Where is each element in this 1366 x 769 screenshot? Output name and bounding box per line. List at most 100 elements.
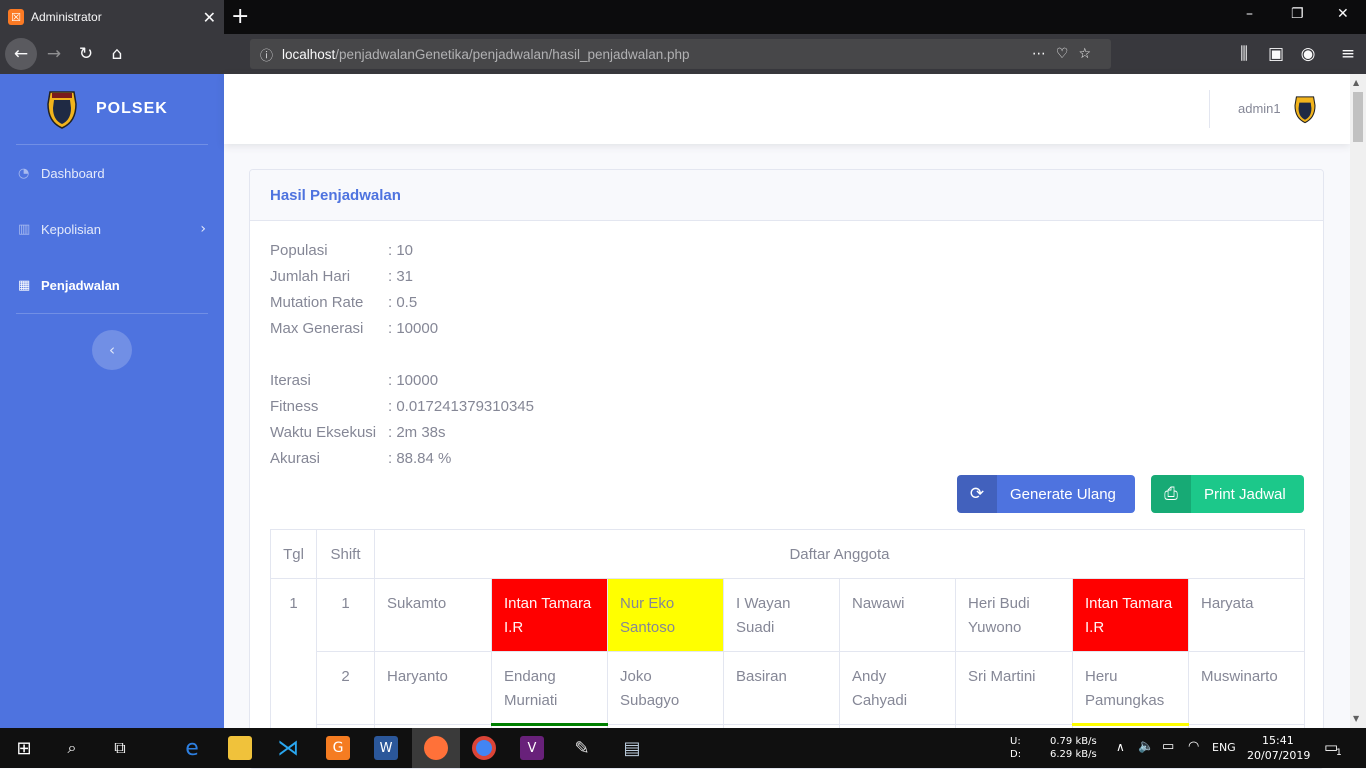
info-row: Fitness: 0.017241379310345 bbox=[270, 398, 534, 424]
cell-shift: 2 bbox=[317, 652, 375, 725]
chevron-right-icon: › bbox=[200, 221, 206, 237]
minimize-icon[interactable]: – bbox=[1246, 6, 1253, 22]
info-icon[interactable]: ⓘ bbox=[260, 45, 282, 64]
topbar: admin1 bbox=[224, 74, 1350, 144]
member-cell: Heri Budi Yuwono bbox=[956, 579, 1073, 652]
window-close-icon[interactable]: ✕ bbox=[1337, 6, 1349, 22]
info-row: Max Generasi: 10000 bbox=[270, 320, 534, 346]
cell-shift: 1 bbox=[317, 579, 375, 652]
language-indicator[interactable]: ENG bbox=[1212, 741, 1236, 754]
table-row: 1 1 Sukamto Intan Tamara I.R Nur Eko San… bbox=[271, 579, 1305, 652]
task-view-icon[interactable]: ⧉ bbox=[108, 736, 132, 760]
member-cell-warning: Nur Eko Santoso bbox=[608, 579, 724, 652]
member-cell: Nawawi bbox=[840, 579, 956, 652]
member-cell: Endang Murniati bbox=[492, 652, 608, 725]
sidebar: POLSEK ◔ Dashboard ▥ Kepolisian › ▦ Penj… bbox=[0, 74, 224, 728]
tachometer-icon: ◔ bbox=[18, 166, 33, 181]
reload-icon[interactable]: ↻ bbox=[72, 40, 100, 68]
close-tab-icon[interactable]: ✕ bbox=[203, 8, 216, 27]
wifi-icon[interactable]: ◠ bbox=[1188, 739, 1199, 754]
scroll-thumb[interactable] bbox=[1353, 92, 1363, 142]
topbar-divider bbox=[1209, 90, 1210, 128]
sync-icon: ⟳ bbox=[957, 475, 997, 513]
card-title: Hasil Penjadwalan bbox=[270, 187, 401, 204]
member-cell: Andy Cahyadi bbox=[840, 652, 956, 725]
network-download-label: D: bbox=[1010, 749, 1021, 760]
sidebar-item-penjadwalan[interactable]: ▦ Penjadwalan bbox=[0, 257, 224, 313]
clock-date[interactable]: 20/07/2019 bbox=[1247, 749, 1310, 762]
column-header-tgl: Tgl bbox=[271, 530, 317, 579]
chrome-icon[interactable] bbox=[472, 736, 496, 760]
scroll-down-icon[interactable]: ▼ bbox=[1353, 714, 1359, 723]
column-header-members: Daftar Anggota bbox=[375, 530, 1305, 579]
generate-again-button[interactable]: ⟳ Generate Ulang bbox=[957, 475, 1135, 513]
home-icon[interactable]: ⌂ bbox=[103, 40, 131, 68]
sidebar-brand[interactable]: POLSEK bbox=[0, 74, 224, 144]
member-cell: Basiran bbox=[724, 652, 840, 725]
page-scrollbar[interactable]: ▲ ▼ bbox=[1350, 74, 1366, 728]
member-cell: Sri Martini bbox=[956, 652, 1073, 725]
sidebar-item-label: Penjadwalan bbox=[41, 278, 120, 293]
info-row: Akurasi: 88.84 % bbox=[270, 450, 534, 476]
tab-title: Administrator bbox=[31, 10, 203, 24]
browser-tabbar: ☒ Administrator ✕ + – ❐ ✕ bbox=[0, 0, 1366, 34]
url-text[interactable]: localhost/penjadwalanGenetika/penjadwala… bbox=[282, 47, 1032, 62]
print-schedule-button[interactable]: ⎙ Print Jadwal bbox=[1151, 475, 1304, 513]
windows-taskbar: ⊞ ⌕ ⧉ e ⋊ G W V ✎ ▤ U: D: 0.79 kB/s 6.29… bbox=[0, 728, 1366, 768]
app-window-icon[interactable]: ▤ bbox=[620, 736, 644, 760]
table-row: 2 Haryanto Endang Murniati Joko Subagyo … bbox=[271, 652, 1305, 725]
sidebar-item-label: Dashboard bbox=[41, 166, 105, 181]
vscode-icon[interactable]: ⋊ bbox=[276, 736, 300, 760]
table-icon: ▦ bbox=[18, 278, 33, 293]
volume-icon[interactable]: 🔈 bbox=[1138, 739, 1154, 754]
police-badge-logo bbox=[46, 88, 78, 130]
restore-icon[interactable]: ❐ bbox=[1291, 6, 1304, 22]
account-icon[interactable]: ◉ bbox=[1294, 40, 1322, 68]
back-icon[interactable]: ← bbox=[5, 38, 37, 70]
browser-tab[interactable]: ☒ Administrator ✕ bbox=[0, 0, 224, 34]
clock-time[interactable]: 15:41 bbox=[1262, 734, 1294, 747]
sidebar-divider bbox=[16, 313, 208, 314]
chevron-up-icon[interactable]: ∧ bbox=[1116, 740, 1125, 754]
visual-studio-icon[interactable]: V bbox=[520, 736, 544, 760]
firefox-icon[interactable] bbox=[424, 736, 448, 760]
edge-icon[interactable]: e bbox=[180, 736, 204, 760]
user-name[interactable]: admin1 bbox=[1238, 101, 1281, 116]
paint-icon[interactable]: ✎ bbox=[570, 736, 594, 760]
member-cell-conflict: Intan Tamara I.R bbox=[1073, 579, 1189, 652]
member-cell-conflict: Intan Tamara I.R bbox=[492, 579, 608, 652]
member-cell: Sukamto bbox=[375, 579, 492, 652]
member-cell: Muswinarto bbox=[1189, 652, 1305, 725]
print-icon: ⎙ bbox=[1151, 475, 1191, 513]
library-icon[interactable]: ⫼ bbox=[1230, 40, 1258, 68]
page-actions-icon[interactable]: ⋯♡☆ bbox=[1032, 46, 1101, 62]
url-bar[interactable]: ⓘ localhost/penjadwalanGenetika/penjadwa… bbox=[250, 39, 1111, 69]
xampp-icon: ☒ bbox=[8, 9, 24, 25]
schedule-info: Populasi: 10 Jumlah Hari: 31 Mutation Ra… bbox=[270, 242, 534, 476]
search-icon[interactable]: ⌕ bbox=[60, 736, 84, 760]
windows-start-icon[interactable]: ⊞ bbox=[12, 736, 36, 760]
member-cell: Haryata bbox=[1189, 579, 1305, 652]
forward-icon[interactable]: → bbox=[40, 40, 68, 68]
battery-icon[interactable]: ▭ bbox=[1162, 739, 1174, 754]
result-card: Hasil Penjadwalan Populasi: 10 Jumlah Ha… bbox=[249, 169, 1324, 769]
new-tab-icon[interactable]: + bbox=[231, 4, 249, 29]
sidebar-item-label: Kepolisian bbox=[41, 222, 101, 237]
word-icon[interactable]: W bbox=[374, 736, 398, 760]
pdf-app-icon[interactable]: G bbox=[326, 736, 350, 760]
info-row: Jumlah Hari: 31 bbox=[270, 268, 534, 294]
table-header-row: Tgl Shift Daftar Anggota bbox=[271, 530, 1305, 579]
sidebar-toggle-icon[interactable]: ▣ bbox=[1262, 40, 1290, 68]
info-row: Populasi: 10 bbox=[270, 242, 534, 268]
avatar[interactable] bbox=[1290, 94, 1320, 124]
menu-icon[interactable]: ≡ bbox=[1334, 40, 1362, 68]
notification-count: 1 bbox=[1336, 748, 1342, 758]
member-cell: Joko Subagyo bbox=[608, 652, 724, 725]
sidebar-collapse-button[interactable]: ‹ bbox=[92, 330, 132, 370]
sidebar-item-dashboard[interactable]: ◔ Dashboard bbox=[0, 145, 224, 201]
sidebar-item-kepolisian[interactable]: ▥ Kepolisian › bbox=[0, 201, 224, 257]
scroll-up-icon[interactable]: ▲ bbox=[1353, 78, 1359, 87]
file-explorer-icon[interactable] bbox=[228, 736, 252, 760]
info-row: Waktu Eksekusi: 2m 38s bbox=[270, 424, 534, 450]
member-cell: I Wayan Suadi bbox=[724, 579, 840, 652]
